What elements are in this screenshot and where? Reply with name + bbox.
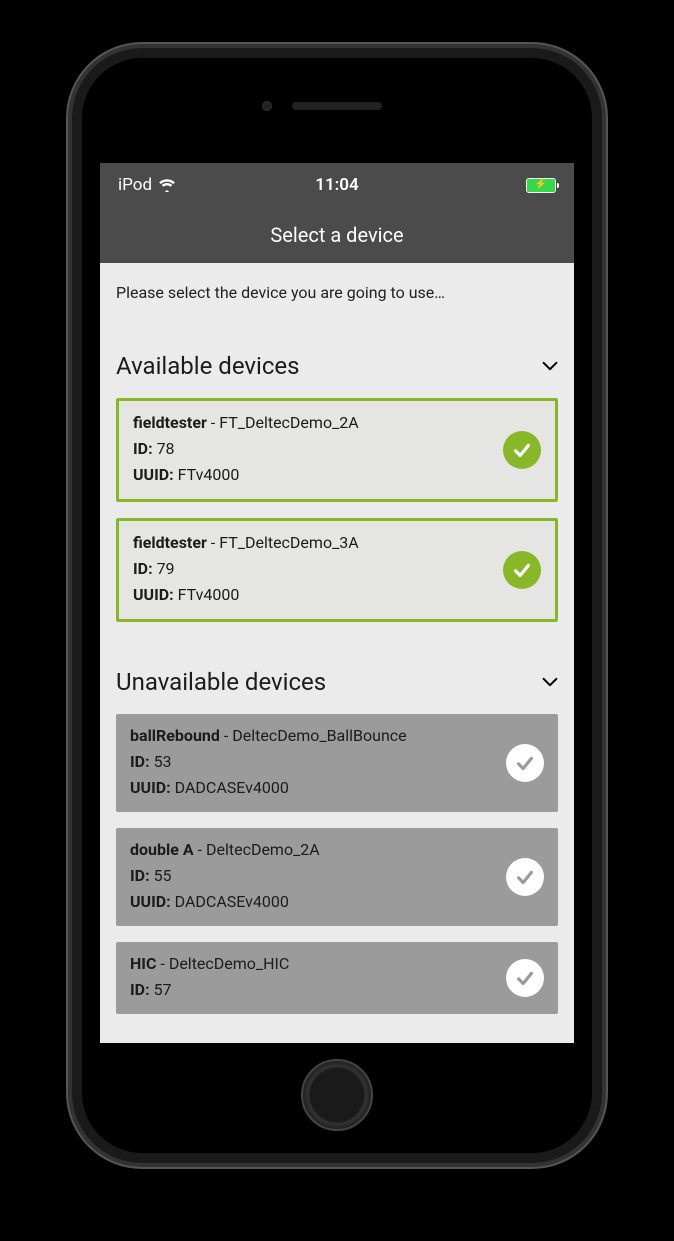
device-uuid-line: UUID: FTv4000 bbox=[133, 583, 493, 607]
device-type: HIC bbox=[130, 954, 156, 973]
speaker-grille bbox=[292, 102, 382, 110]
instruction-text: Please select the device you are going t… bbox=[116, 283, 558, 302]
charging-bolt-icon: ⚡ bbox=[535, 180, 547, 190]
check-icon bbox=[503, 551, 541, 589]
uuid-label: UUID: bbox=[133, 585, 174, 604]
device-id: 79 bbox=[157, 559, 175, 578]
device-info: double A - DeltecDemo_2A ID: 55 UUID: DA… bbox=[130, 838, 506, 916]
device-info: ballRebound - DeltecDemo_BallBounce ID: … bbox=[130, 724, 506, 802]
device-type: fieldtester bbox=[133, 533, 207, 552]
device-name: FT_DeltecDemo_2A bbox=[219, 413, 359, 432]
nav-header: Select a device bbox=[100, 207, 574, 263]
device-id: 55 bbox=[154, 866, 172, 885]
battery-fill: ⚡ bbox=[527, 179, 555, 192]
device-uuid: DADCASEv4000 bbox=[175, 778, 289, 797]
phone-inner: iPod 11:04 ⚡ Select a device Please sele… bbox=[82, 58, 592, 1153]
device-type: fieldtester bbox=[133, 413, 207, 432]
device-card-available[interactable]: fieldtester - FT_DeltecDemo_3A ID: 79 UU… bbox=[116, 518, 558, 622]
device-id-line: ID: 57 bbox=[130, 978, 496, 1002]
content[interactable]: Please select the device you are going t… bbox=[100, 263, 574, 1043]
uuid-label: UUID: bbox=[133, 465, 174, 484]
unavailable-heading: Unavailable devices bbox=[116, 668, 326, 696]
device-info: fieldtester - FT_DeltecDemo_3A ID: 79 UU… bbox=[133, 531, 503, 609]
device-name: DeltecDemo_BallBounce bbox=[232, 726, 406, 745]
available-section-header[interactable]: Available devices bbox=[116, 352, 558, 380]
status-bar: iPod 11:04 ⚡ bbox=[100, 163, 574, 207]
device-title: ballRebound - DeltecDemo_BallBounce bbox=[130, 724, 496, 748]
device-name: DeltecDemo_HIC bbox=[169, 954, 290, 973]
device-title: HIC - DeltecDemo_HIC bbox=[130, 952, 496, 976]
id-label: ID: bbox=[130, 866, 150, 885]
device-type: double A bbox=[130, 840, 194, 859]
device-id-line: ID: 53 bbox=[130, 750, 496, 774]
device-uuid: DADCASEv4000 bbox=[175, 892, 289, 911]
device-title: fieldtester - FT_DeltecDemo_2A bbox=[133, 411, 493, 435]
device-uuid-line: UUID: FTv4000 bbox=[133, 463, 493, 487]
front-camera bbox=[262, 101, 272, 111]
screen: iPod 11:04 ⚡ Select a device Please sele… bbox=[100, 163, 574, 1043]
device-id: 53 bbox=[154, 752, 172, 771]
device-name: DeltecDemo_2A bbox=[206, 840, 320, 859]
device-uuid-line: UUID: DADCASEv4000 bbox=[130, 890, 496, 914]
home-button[interactable] bbox=[301, 1059, 373, 1131]
carrier-label: iPod bbox=[118, 175, 152, 195]
device-id-line: ID: 79 bbox=[133, 557, 493, 581]
status-left: iPod bbox=[118, 175, 176, 195]
device-type: ballRebound bbox=[130, 726, 220, 745]
wifi-icon bbox=[158, 178, 176, 192]
device-name: FT_DeltecDemo_3A bbox=[219, 533, 359, 552]
id-label: ID: bbox=[130, 752, 150, 771]
check-icon bbox=[506, 858, 544, 896]
device-uuid-line: UUID: DADCASEv4000 bbox=[130, 776, 496, 800]
uuid-label: UUID: bbox=[130, 778, 171, 797]
device-uuid: FTv4000 bbox=[178, 465, 240, 484]
uuid-label: UUID: bbox=[130, 892, 171, 911]
device-id: 57 bbox=[154, 980, 172, 999]
check-icon bbox=[506, 744, 544, 782]
device-card-unavailable[interactable]: double A - DeltecDemo_2A ID: 55 UUID: DA… bbox=[116, 828, 558, 926]
device-info: fieldtester - FT_DeltecDemo_2A ID: 78 UU… bbox=[133, 411, 503, 489]
unavailable-section-header[interactable]: Unavailable devices bbox=[116, 668, 558, 696]
check-icon bbox=[503, 431, 541, 469]
check-icon bbox=[506, 959, 544, 997]
device-title: fieldtester - FT_DeltecDemo_3A bbox=[133, 531, 493, 555]
battery-icon: ⚡ bbox=[526, 178, 556, 193]
phone-frame: iPod 11:04 ⚡ Select a device Please sele… bbox=[72, 48, 602, 1163]
available-heading: Available devices bbox=[116, 352, 300, 380]
device-card-available[interactable]: fieldtester - FT_DeltecDemo_2A ID: 78 UU… bbox=[116, 398, 558, 502]
id-label: ID: bbox=[133, 439, 153, 458]
device-card-unavailable[interactable]: ballRebound - DeltecDemo_BallBounce ID: … bbox=[116, 714, 558, 812]
chevron-down-icon bbox=[542, 361, 558, 371]
id-label: ID: bbox=[130, 980, 150, 999]
device-card-unavailable[interactable]: HIC - DeltecDemo_HIC ID: 57 bbox=[116, 942, 558, 1014]
chevron-down-icon bbox=[542, 677, 558, 687]
device-title: double A - DeltecDemo_2A bbox=[130, 838, 496, 862]
earpiece bbox=[82, 96, 592, 116]
device-info: HIC - DeltecDemo_HIC ID: 57 bbox=[130, 952, 506, 1004]
device-id-line: ID: 55 bbox=[130, 864, 496, 888]
id-label: ID: bbox=[133, 559, 153, 578]
page-title: Select a device bbox=[270, 223, 403, 247]
device-id-line: ID: 78 bbox=[133, 437, 493, 461]
device-id: 78 bbox=[157, 439, 175, 458]
device-uuid: FTv4000 bbox=[178, 585, 240, 604]
